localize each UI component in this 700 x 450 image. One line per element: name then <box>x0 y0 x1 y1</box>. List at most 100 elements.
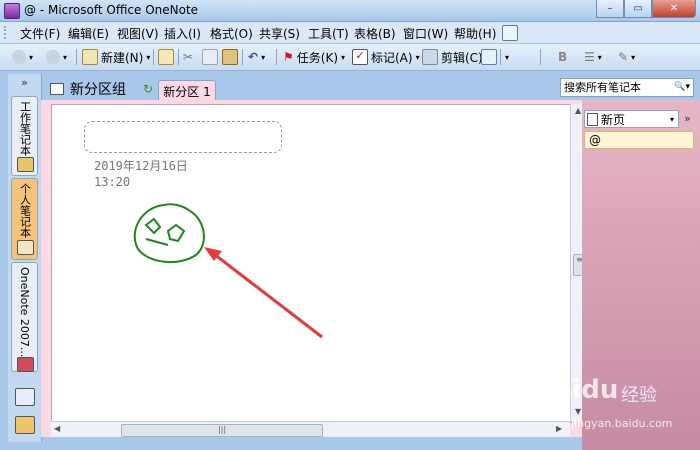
new-page-label: 新页 <box>601 112 626 127</box>
menu-file[interactable]: 文件(F) <box>20 25 60 42</box>
menu-insert[interactable]: 插入(I) <box>164 25 201 42</box>
notebook-tab-label: 工作笔记本 <box>18 101 32 156</box>
new-page-button[interactable]: 新页 ▾ <box>584 110 679 128</box>
menu-format[interactable]: 格式(O) <box>210 25 253 42</box>
forward-button[interactable]: ▾ <box>46 48 67 66</box>
task-label: 任务(K) <box>296 50 338 65</box>
menu-help[interactable]: 帮助(H) <box>454 25 496 42</box>
notebook-icon <box>17 357 34 372</box>
open-notebook-icon <box>17 240 34 255</box>
scroll-left-icon[interactable]: ◀ <box>54 424 60 433</box>
email-icon <box>158 49 174 65</box>
tab-section-1[interactable]: 新分区 1 <box>158 80 216 101</box>
search-scope-dropdown-icon[interactable]: 🔍▾ <box>674 79 690 96</box>
table-icon <box>481 49 497 65</box>
toolbar-separator <box>178 49 179 65</box>
new-page-icon <box>82 49 98 65</box>
toolbar-separator <box>76 49 77 65</box>
cut-button[interactable]: ✂ <box>183 48 193 66</box>
navigation-bottom-icons <box>8 382 41 442</box>
menu-view[interactable]: 视图(V) <box>117 25 159 42</box>
section-tab-label: 新分区 1 <box>163 84 211 99</box>
undo-button[interactable]: ↶ ▾ <box>248 48 265 66</box>
page-area: 2019年12月16日 13:20 ▲ ≡ ▼ ◀ ||| ▶ <box>41 100 586 437</box>
clip-label: 剪辑(C) <box>441 50 483 65</box>
search-input[interactable]: 搜索所有笔记本 🔍▾ <box>560 78 694 97</box>
ink-mouth <box>145 238 169 246</box>
minimize-button[interactable]: – <box>596 0 624 18</box>
unfiled-notes-icon[interactable] <box>15 388 35 406</box>
expand-page-tabs-button[interactable]: » <box>684 112 691 125</box>
window-controls: – ▭ ✕ <box>596 0 696 18</box>
font-color-button[interactable]: ✎ ▾ <box>618 48 635 66</box>
font-style-icon: ✎ <box>618 50 629 64</box>
paste-button[interactable] <box>222 48 238 66</box>
expand-navigation-button[interactable]: » <box>8 76 41 89</box>
new-label: 新建(N) <box>101 50 144 65</box>
maximize-button[interactable]: ▭ <box>624 0 652 18</box>
back-icon <box>12 50 26 64</box>
back-button[interactable]: ▾ <box>12 48 33 66</box>
new-page-dropdown-icon[interactable]: ▾ <box>670 115 674 124</box>
ink-right-eye <box>166 223 186 243</box>
menu-grip[interactable] <box>4 26 9 39</box>
new-page-icon <box>587 112 598 126</box>
onenote-app-icon[interactable] <box>4 3 20 19</box>
scroll-up-icon[interactable]: ▲ <box>575 106 581 115</box>
bullets-button[interactable]: ☰ ▾ <box>584 48 602 66</box>
bold-label: B <box>558 50 568 64</box>
menu-share[interactable]: 共享(S) <box>259 25 300 42</box>
standard-toolbar: ▾ ▾ 新建(N) ▾ ✂ ↶ ▾ ⚑ 任务(K) ▾ ✓ 标记(A) ▾ 剪辑(C) … <box>0 44 700 71</box>
email-button[interactable] <box>158 48 174 66</box>
section-tab-row: 新分区组 ↻ 新分区 1 <box>38 74 558 101</box>
toolbar-separator <box>242 49 243 65</box>
bullets-icon: ☰ <box>584 50 595 64</box>
watermark-url: jingyan.baidu.com <box>571 417 673 430</box>
toolbar-separator <box>500 49 501 65</box>
notebook-tab-label: OneNote 2007... <box>18 267 31 358</box>
all-notebooks-icon[interactable] <box>15 416 35 434</box>
new-button[interactable]: 新建(N) ▾ <box>82 48 150 66</box>
section-group-label: 新分区组 <box>70 82 126 98</box>
menu-tools[interactable]: 工具(T) <box>308 25 349 42</box>
section-group-title[interactable]: 新分区组 <box>50 79 126 99</box>
menu-edit[interactable]: 编辑(E) <box>68 25 109 42</box>
watermark-jingyan: 经验 <box>621 385 657 406</box>
notebook-open-icon <box>50 83 64 95</box>
page-tab-item[interactable]: @ <box>584 131 694 149</box>
search-placeholder: 搜索所有笔记本 <box>564 81 641 94</box>
ink-drawing[interactable] <box>122 197 332 347</box>
tag-label: 标记(A) <box>371 50 413 65</box>
page-date: 2019年12月16日 <box>94 159 188 173</box>
horizontal-scrollbar[interactable]: ◀ ||| ▶ <box>51 421 570 437</box>
table-button[interactable] <box>481 48 497 66</box>
copy-icon <box>202 49 218 65</box>
menu-table[interactable]: 表格(B) <box>354 25 396 42</box>
clip-button[interactable]: 剪辑(C) <box>422 48 483 66</box>
title-bar: @ - Microsoft Office OneNote – ▭ ✕ <box>0 0 700 22</box>
notebook-tab-onenote[interactable]: OneNote 2007... <box>11 262 38 372</box>
toolbar-separator <box>153 49 154 65</box>
help-icon[interactable] <box>502 25 518 41</box>
toolbar-separator <box>540 49 541 65</box>
menu-window[interactable]: 窗口(W) <box>403 25 448 42</box>
checkbox-icon: ✓ <box>352 49 368 65</box>
note-page[interactable]: 2019年12月16日 13:20 <box>51 104 572 423</box>
page-time: 13:20 <box>94 175 131 189</box>
copy-button[interactable] <box>202 48 218 66</box>
toolbar-options-button[interactable]: ▾ <box>505 48 509 66</box>
flag-icon: ⚑ <box>283 50 294 64</box>
horizontal-scroll-thumb[interactable]: ||| <box>121 424 323 437</box>
paste-icon <box>222 49 238 65</box>
annotation-arrow-line <box>209 249 323 339</box>
ink-left-eye <box>144 217 162 235</box>
page-title-box[interactable] <box>84 121 282 153</box>
sync-icon[interactable]: ↻ <box>143 82 153 96</box>
close-button[interactable]: ✕ <box>652 0 696 18</box>
menu-bar: 文件(F) 编辑(E) 视图(V) 插入(I) 格式(O) 共享(S) 工具(T… <box>0 22 700 43</box>
bold-button[interactable]: B <box>558 48 567 66</box>
tag-button[interactable]: ✓ 标记(A) ▾ <box>352 48 420 66</box>
notebook-icon <box>17 157 34 172</box>
task-button[interactable]: ⚑ 任务(K) ▾ <box>283 48 345 66</box>
window-title: @ - Microsoft Office OneNote <box>24 3 199 17</box>
